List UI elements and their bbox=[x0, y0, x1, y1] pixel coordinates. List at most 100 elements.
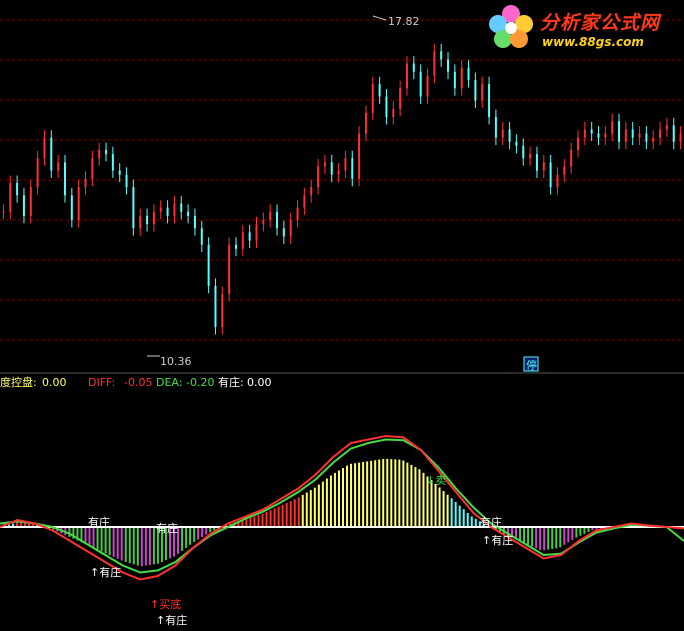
macd-bar bbox=[68, 527, 71, 537]
macd-bar bbox=[144, 527, 147, 566]
candle-body bbox=[358, 133, 361, 179]
candle-body bbox=[70, 195, 73, 220]
macd-bar bbox=[116, 527, 119, 559]
candle-body bbox=[276, 211, 279, 229]
candle-body bbox=[508, 129, 511, 142]
macd-bar bbox=[539, 527, 542, 551]
candle-body bbox=[659, 129, 662, 138]
macd-bar bbox=[325, 478, 328, 527]
candle-body bbox=[652, 137, 655, 142]
macd-bar bbox=[96, 527, 99, 550]
candle-body bbox=[549, 162, 552, 188]
macd-bar bbox=[434, 483, 437, 527]
macd-bar bbox=[523, 527, 526, 543]
macd-bar bbox=[458, 505, 461, 527]
signal-annotations: 有庄 ↑有庄 有庄 ↑买底 ↑有庄 ↓卖 有庄 ↑有庄 bbox=[88, 474, 513, 627]
macd-bar bbox=[120, 527, 123, 561]
candle-body bbox=[460, 67, 463, 89]
candle-body bbox=[146, 215, 149, 225]
macd-bar bbox=[197, 527, 200, 540]
candle-body bbox=[221, 294, 224, 328]
candle-body bbox=[453, 71, 456, 89]
candle-body bbox=[351, 158, 354, 179]
candle-body bbox=[494, 117, 497, 138]
diff-label: DIFF: bbox=[88, 376, 115, 389]
macd-bar bbox=[418, 469, 421, 527]
low-price-label: 10.36 bbox=[160, 355, 192, 368]
macd-bar bbox=[342, 468, 344, 527]
annotation-mai: ↓卖 bbox=[426, 474, 446, 487]
candle-body bbox=[269, 211, 272, 220]
candle-body bbox=[118, 170, 121, 175]
candle-body bbox=[611, 121, 614, 134]
annotation-youzhuang-1: 有庄 bbox=[88, 515, 110, 529]
macd-bar bbox=[265, 512, 268, 527]
macd-bar bbox=[410, 464, 413, 527]
macd-bar bbox=[337, 470, 340, 527]
candle-body bbox=[317, 166, 320, 188]
macd-bar bbox=[124, 527, 127, 562]
macd-bar bbox=[551, 527, 554, 550]
candle-body bbox=[2, 211, 5, 213]
candle-body bbox=[412, 63, 415, 72]
candle-body bbox=[289, 220, 292, 237]
macd-bar bbox=[140, 527, 143, 567]
macd-bar bbox=[321, 481, 324, 527]
macd-bar bbox=[559, 527, 562, 548]
candle-body bbox=[248, 232, 251, 241]
candle-body bbox=[214, 285, 217, 328]
macd-bar bbox=[547, 527, 550, 550]
macd-bar bbox=[128, 527, 131, 564]
dea-label: DEA: bbox=[156, 376, 182, 389]
chart-canvas: 10.36 17.82 停 度控盘: 0.00 DIFF: -0.05 DEA:… bbox=[0, 15, 684, 627]
candle-body bbox=[9, 182, 12, 212]
candle-body bbox=[570, 150, 573, 167]
macd-bar bbox=[181, 527, 184, 551]
halt-badge-label: 停 bbox=[526, 358, 537, 372]
macd-bar bbox=[555, 527, 558, 549]
site-logo: 分析家公式网 www.88gs.com bbox=[484, 2, 680, 54]
macd-bar bbox=[313, 487, 316, 527]
candle-body bbox=[385, 96, 388, 118]
annotation-youzhuang-arrow-3: ↑有庄 bbox=[482, 533, 513, 547]
macd-bar bbox=[567, 527, 570, 543]
macd-bar bbox=[201, 527, 204, 538]
macd-bar bbox=[112, 527, 115, 557]
candle-body bbox=[262, 220, 265, 225]
macd-bar bbox=[346, 465, 349, 527]
macd-bar bbox=[100, 527, 103, 552]
macd-bar bbox=[378, 459, 381, 527]
candle-body bbox=[63, 162, 66, 196]
macd-bar bbox=[108, 527, 111, 556]
candle-body bbox=[193, 215, 196, 229]
candle-body bbox=[501, 129, 504, 138]
annotation-youzhuang-arrow-1: ↑有庄 bbox=[90, 565, 121, 579]
candle-body bbox=[57, 162, 60, 171]
macd-bar bbox=[390, 459, 393, 527]
candle-body bbox=[419, 71, 422, 97]
candle-body bbox=[522, 145, 525, 159]
macd-bar bbox=[152, 527, 155, 565]
annotation-maidi: ↑买底 bbox=[150, 597, 181, 611]
macd-bar bbox=[301, 494, 304, 527]
macd-bar bbox=[462, 509, 465, 527]
candle-body bbox=[364, 112, 367, 134]
candle-body bbox=[241, 232, 244, 249]
candle-body bbox=[159, 207, 162, 212]
candle-body bbox=[234, 244, 237, 249]
indicator-name-value: 0.00 bbox=[42, 376, 67, 389]
annotation-youzhuang-arrow-2: ↑有庄 bbox=[156, 613, 187, 627]
candle-body bbox=[590, 129, 593, 134]
candle-body bbox=[296, 207, 299, 220]
macd-bar bbox=[245, 518, 248, 527]
macd-bar bbox=[535, 527, 538, 549]
macd-bar bbox=[297, 497, 300, 527]
candle-body bbox=[529, 154, 532, 159]
macd-bar bbox=[531, 527, 534, 547]
candle-body bbox=[467, 67, 470, 80]
macd-bar bbox=[366, 461, 369, 527]
macd-bar bbox=[358, 462, 361, 527]
macd-bar bbox=[148, 527, 151, 565]
macd-bar bbox=[583, 527, 586, 534]
candle-body bbox=[440, 51, 443, 60]
